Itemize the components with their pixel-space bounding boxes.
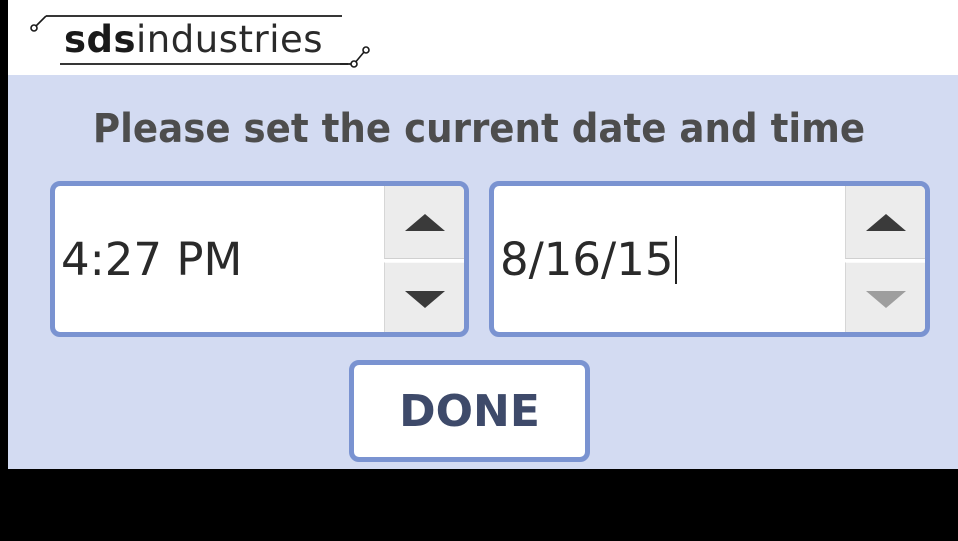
triangle-down-icon — [865, 290, 906, 308]
text-caret — [675, 236, 678, 284]
logo-text-light: industries — [136, 18, 324, 61]
time-spinner-arrows — [384, 186, 464, 332]
prompt-heading: Please set the current date and time — [92, 106, 866, 152]
header-bar: sdsindustries — [8, 0, 958, 75]
date-spinner[interactable]: 8/16/15 — [489, 181, 930, 337]
date-text: 8/16/15 — [500, 233, 674, 286]
date-decrement-button[interactable] — [845, 262, 925, 332]
triangle-up-icon — [865, 213, 906, 231]
triangle-up-icon — [404, 213, 445, 231]
time-decrement-button[interactable] — [384, 262, 464, 332]
time-spinner[interactable]: 4:27 PM — [50, 181, 469, 337]
time-value[interactable]: 4:27 PM — [61, 232, 242, 288]
time-text: 4:27 PM — [61, 233, 243, 286]
brand-logo: sdsindustries — [28, 6, 388, 70]
date-increment-button[interactable] — [845, 186, 925, 259]
bottom-bar — [0, 469, 958, 541]
date-spinner-arrows — [845, 186, 925, 332]
date-value[interactable]: 8/16/15 — [500, 232, 678, 288]
left-edge — [0, 0, 8, 541]
time-increment-button[interactable] — [384, 186, 464, 259]
done-button[interactable]: DONE — [349, 360, 590, 462]
triangle-down-icon — [404, 290, 445, 308]
logo-text-bold: sds — [64, 18, 137, 61]
logo-wordmark: sdsindustries — [64, 20, 323, 60]
